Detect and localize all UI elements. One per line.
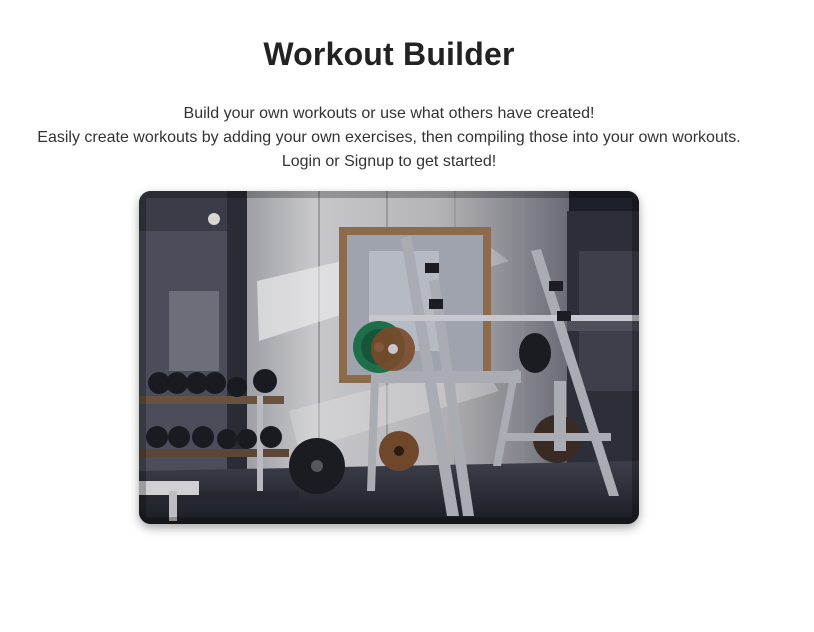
hero-image — [139, 191, 639, 524]
intro-line-1: Build your own workouts or use what othe… — [183, 105, 595, 122]
page-title: Workout Builder — [263, 36, 515, 72]
intro-line-3: Login or Signup to get started! — [281, 153, 497, 170]
intro-line-2: Easily create workouts by adding your ow… — [37, 129, 741, 146]
page: Workout Builder Build your own workouts … — [0, 0, 778, 632]
gym-photo — [139, 191, 639, 524]
intro-text: Build your own workouts or use what othe… — [0, 102, 778, 174]
